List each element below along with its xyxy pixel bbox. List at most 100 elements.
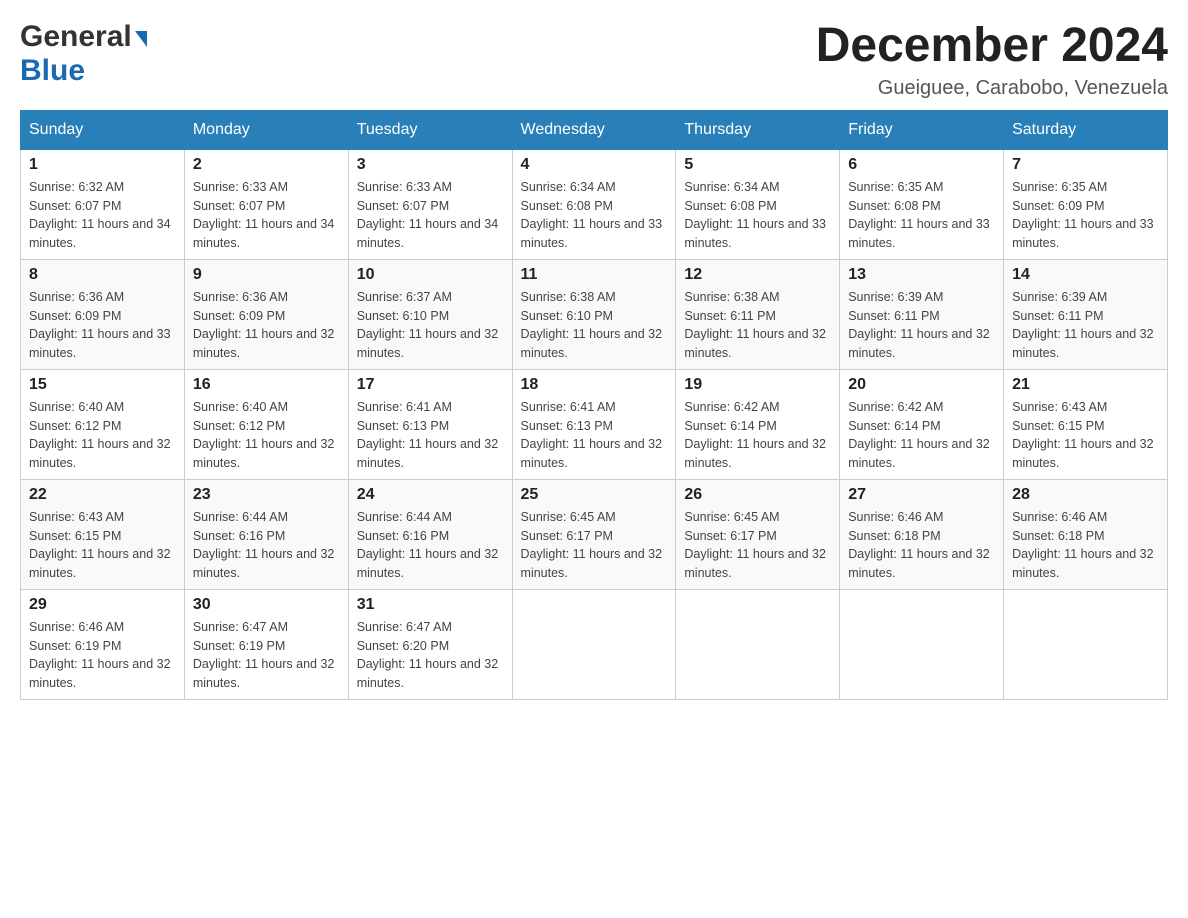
day-info: Sunrise: 6:38 AM Sunset: 6:11 PM Dayligh… [684, 288, 831, 363]
day-number: 30 [193, 596, 340, 614]
table-row: 27 Sunrise: 6:46 AM Sunset: 6:18 PM Dayl… [840, 479, 1004, 589]
day-number: 9 [193, 266, 340, 284]
day-info: Sunrise: 6:36 AM Sunset: 6:09 PM Dayligh… [193, 288, 340, 363]
day-info: Sunrise: 6:32 AM Sunset: 6:07 PM Dayligh… [29, 178, 176, 253]
calendar-week-row: 1 Sunrise: 6:32 AM Sunset: 6:07 PM Dayli… [21, 149, 1168, 259]
table-row: 28 Sunrise: 6:46 AM Sunset: 6:18 PM Dayl… [1004, 479, 1168, 589]
day-info: Sunrise: 6:34 AM Sunset: 6:08 PM Dayligh… [684, 178, 831, 253]
day-number: 21 [1012, 376, 1159, 394]
calendar-week-row: 22 Sunrise: 6:43 AM Sunset: 6:15 PM Dayl… [21, 479, 1168, 589]
day-number: 16 [193, 376, 340, 394]
day-number: 13 [848, 266, 995, 284]
col-friday: Friday [840, 110, 1004, 149]
day-info: Sunrise: 6:34 AM Sunset: 6:08 PM Dayligh… [521, 178, 668, 253]
day-number: 20 [848, 376, 995, 394]
table-row: 13 Sunrise: 6:39 AM Sunset: 6:11 PM Dayl… [840, 259, 1004, 369]
day-number: 4 [521, 156, 668, 174]
day-number: 12 [684, 266, 831, 284]
table-row: 23 Sunrise: 6:44 AM Sunset: 6:16 PM Dayl… [184, 479, 348, 589]
table-row: 25 Sunrise: 6:45 AM Sunset: 6:17 PM Dayl… [512, 479, 676, 589]
day-number: 23 [193, 486, 340, 504]
table-row: 18 Sunrise: 6:41 AM Sunset: 6:13 PM Dayl… [512, 369, 676, 479]
table-row: 22 Sunrise: 6:43 AM Sunset: 6:15 PM Dayl… [21, 479, 185, 589]
day-info: Sunrise: 6:41 AM Sunset: 6:13 PM Dayligh… [357, 398, 504, 473]
day-info: Sunrise: 6:35 AM Sunset: 6:09 PM Dayligh… [1012, 178, 1159, 253]
day-number: 24 [357, 486, 504, 504]
col-thursday: Thursday [676, 110, 840, 149]
table-row: 12 Sunrise: 6:38 AM Sunset: 6:11 PM Dayl… [676, 259, 840, 369]
day-info: Sunrise: 6:47 AM Sunset: 6:19 PM Dayligh… [193, 618, 340, 693]
table-row: 19 Sunrise: 6:42 AM Sunset: 6:14 PM Dayl… [676, 369, 840, 479]
calendar-table: Sunday Monday Tuesday Wednesday Thursday… [20, 110, 1168, 700]
calendar-week-row: 15 Sunrise: 6:40 AM Sunset: 6:12 PM Dayl… [21, 369, 1168, 479]
day-number: 11 [521, 266, 668, 284]
day-info: Sunrise: 6:43 AM Sunset: 6:15 PM Dayligh… [29, 508, 176, 583]
col-saturday: Saturday [1004, 110, 1168, 149]
table-row [1004, 589, 1168, 699]
day-info: Sunrise: 6:33 AM Sunset: 6:07 PM Dayligh… [193, 178, 340, 253]
col-tuesday: Tuesday [348, 110, 512, 149]
calendar-week-row: 29 Sunrise: 6:46 AM Sunset: 6:19 PM Dayl… [21, 589, 1168, 699]
day-number: 2 [193, 156, 340, 174]
table-row [676, 589, 840, 699]
table-row: 3 Sunrise: 6:33 AM Sunset: 6:07 PM Dayli… [348, 149, 512, 259]
day-number: 19 [684, 376, 831, 394]
table-row: 21 Sunrise: 6:43 AM Sunset: 6:15 PM Dayl… [1004, 369, 1168, 479]
title-section: December 2024 Gueiguee, Carabobo, Venezu… [816, 20, 1168, 100]
table-row: 30 Sunrise: 6:47 AM Sunset: 6:19 PM Dayl… [184, 589, 348, 699]
day-number: 25 [521, 486, 668, 504]
day-number: 1 [29, 156, 176, 174]
day-info: Sunrise: 6:33 AM Sunset: 6:07 PM Dayligh… [357, 178, 504, 253]
day-info: Sunrise: 6:35 AM Sunset: 6:08 PM Dayligh… [848, 178, 995, 253]
day-info: Sunrise: 6:44 AM Sunset: 6:16 PM Dayligh… [357, 508, 504, 583]
day-number: 15 [29, 376, 176, 394]
table-row: 17 Sunrise: 6:41 AM Sunset: 6:13 PM Dayl… [348, 369, 512, 479]
day-info: Sunrise: 6:38 AM Sunset: 6:10 PM Dayligh… [521, 288, 668, 363]
table-row: 26 Sunrise: 6:45 AM Sunset: 6:17 PM Dayl… [676, 479, 840, 589]
logo-general: General [20, 20, 132, 54]
table-row: 24 Sunrise: 6:44 AM Sunset: 6:16 PM Dayl… [348, 479, 512, 589]
col-sunday: Sunday [21, 110, 185, 149]
day-info: Sunrise: 6:46 AM Sunset: 6:18 PM Dayligh… [848, 508, 995, 583]
day-number: 7 [1012, 156, 1159, 174]
day-number: 22 [29, 486, 176, 504]
day-info: Sunrise: 6:39 AM Sunset: 6:11 PM Dayligh… [848, 288, 995, 363]
calendar-header-row: Sunday Monday Tuesday Wednesday Thursday… [21, 110, 1168, 149]
day-info: Sunrise: 6:43 AM Sunset: 6:15 PM Dayligh… [1012, 398, 1159, 473]
table-row: 6 Sunrise: 6:35 AM Sunset: 6:08 PM Dayli… [840, 149, 1004, 259]
day-info: Sunrise: 6:46 AM Sunset: 6:19 PM Dayligh… [29, 618, 176, 693]
logo: General Blue [20, 20, 147, 88]
table-row: 1 Sunrise: 6:32 AM Sunset: 6:07 PM Dayli… [21, 149, 185, 259]
day-number: 28 [1012, 486, 1159, 504]
day-info: Sunrise: 6:46 AM Sunset: 6:18 PM Dayligh… [1012, 508, 1159, 583]
table-row: 5 Sunrise: 6:34 AM Sunset: 6:08 PM Dayli… [676, 149, 840, 259]
table-row: 7 Sunrise: 6:35 AM Sunset: 6:09 PM Dayli… [1004, 149, 1168, 259]
col-monday: Monday [184, 110, 348, 149]
table-row [840, 589, 1004, 699]
table-row: 11 Sunrise: 6:38 AM Sunset: 6:10 PM Dayl… [512, 259, 676, 369]
table-row: 14 Sunrise: 6:39 AM Sunset: 6:11 PM Dayl… [1004, 259, 1168, 369]
day-info: Sunrise: 6:41 AM Sunset: 6:13 PM Dayligh… [521, 398, 668, 473]
day-info: Sunrise: 6:47 AM Sunset: 6:20 PM Dayligh… [357, 618, 504, 693]
day-info: Sunrise: 6:42 AM Sunset: 6:14 PM Dayligh… [684, 398, 831, 473]
day-number: 18 [521, 376, 668, 394]
table-row: 8 Sunrise: 6:36 AM Sunset: 6:09 PM Dayli… [21, 259, 185, 369]
day-number: 10 [357, 266, 504, 284]
day-number: 17 [357, 376, 504, 394]
logo-triangle-icon [135, 31, 147, 47]
table-row: 2 Sunrise: 6:33 AM Sunset: 6:07 PM Dayli… [184, 149, 348, 259]
page-header: General Blue December 2024 Gueiguee, Car… [20, 20, 1168, 100]
day-number: 31 [357, 596, 504, 614]
day-number: 5 [684, 156, 831, 174]
table-row: 4 Sunrise: 6:34 AM Sunset: 6:08 PM Dayli… [512, 149, 676, 259]
table-row: 9 Sunrise: 6:36 AM Sunset: 6:09 PM Dayli… [184, 259, 348, 369]
day-info: Sunrise: 6:39 AM Sunset: 6:11 PM Dayligh… [1012, 288, 1159, 363]
day-number: 26 [684, 486, 831, 504]
logo-blue: Blue [20, 54, 85, 87]
table-row [512, 589, 676, 699]
col-wednesday: Wednesday [512, 110, 676, 149]
calendar-week-row: 8 Sunrise: 6:36 AM Sunset: 6:09 PM Dayli… [21, 259, 1168, 369]
month-title: December 2024 [816, 20, 1168, 73]
day-info: Sunrise: 6:36 AM Sunset: 6:09 PM Dayligh… [29, 288, 176, 363]
table-row: 10 Sunrise: 6:37 AM Sunset: 6:10 PM Dayl… [348, 259, 512, 369]
